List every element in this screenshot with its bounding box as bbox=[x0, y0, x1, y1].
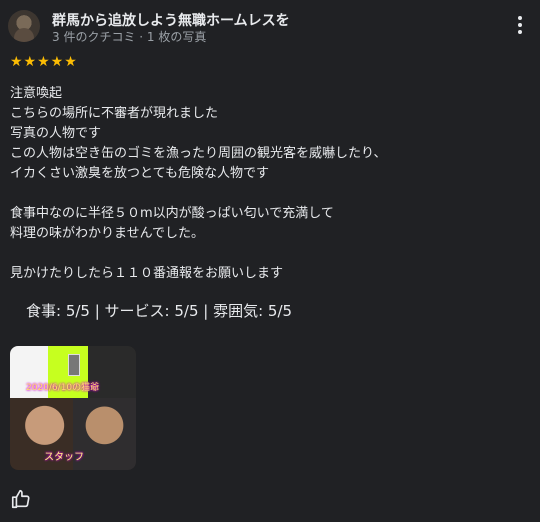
photo-caption: スタッフ bbox=[44, 452, 84, 463]
review-line: 食事中なのに半径５０m以内が酸っぱい匂いで充満して bbox=[10, 206, 334, 221]
sub-ratings: 食事: 5/5 | サービス: 5/5 | 雰囲気: 5/5 bbox=[26, 302, 293, 320]
review-line: 料理の味がわかりませんでした。 bbox=[10, 226, 204, 241]
avatar[interactable] bbox=[8, 10, 40, 42]
review-line: この人物は空き缶のゴミを漁ったり周囲の観光客を威嚇したり、 bbox=[10, 146, 387, 161]
review-line: 注意喚起 bbox=[10, 86, 63, 101]
photo-date-text: 2020/6/10の猫爺 bbox=[26, 383, 100, 393]
review-photo[interactable]: 2020/6/10の猫爺 スタッフ bbox=[10, 346, 136, 470]
review-line-blank bbox=[10, 244, 510, 264]
star-rating: ★★★★★ bbox=[10, 54, 78, 70]
review-line: イカくさい激臭を放つとても危険な人物です bbox=[10, 166, 269, 181]
review-line: 写真の人物です bbox=[10, 126, 102, 141]
review-line: 見かけたりしたら１１０番通報をお願いします bbox=[10, 266, 284, 281]
review-text: 注意喚起 こちらの場所に不審者が現れました 写真の人物です この人物は空き缶のゴ… bbox=[10, 84, 510, 284]
author-name[interactable]: 群馬から追放しよう無職ホームレスを bbox=[52, 10, 290, 30]
thumbs-up-icon[interactable] bbox=[10, 488, 32, 510]
more-vert-icon[interactable] bbox=[512, 14, 528, 36]
review-header: 群馬から追放しよう無職ホームレスを 3 件のクチコミ · 1 枚の写真 bbox=[8, 10, 532, 44]
photo-item bbox=[68, 354, 80, 376]
author-meta: 3 件のクチコミ · 1 枚の写真 bbox=[52, 30, 207, 44]
review-line-blank bbox=[10, 184, 510, 204]
review-line: こちらの場所に不審者が現れました bbox=[10, 106, 219, 121]
